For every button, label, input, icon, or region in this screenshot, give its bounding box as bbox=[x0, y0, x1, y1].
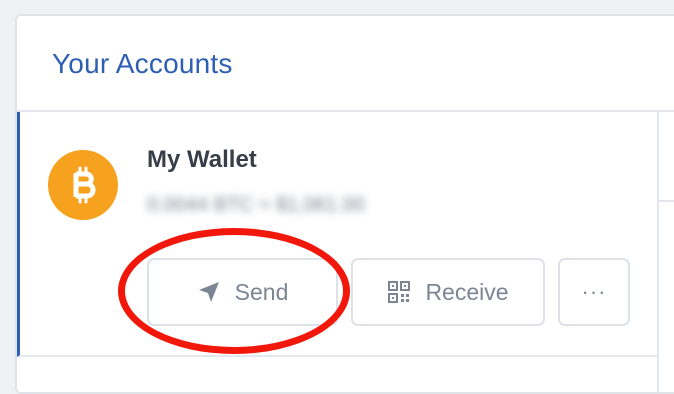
bitcoin-icon bbox=[48, 150, 118, 220]
divider bbox=[659, 200, 674, 202]
page-title: Your Accounts bbox=[52, 48, 233, 79]
receive-button-label: Receive bbox=[425, 278, 509, 305]
accounts-header: Your Accounts bbox=[17, 16, 674, 112]
qr-code-icon bbox=[387, 280, 411, 304]
send-arrow-icon bbox=[197, 280, 221, 304]
wallet-balance: 0.0044 BTC ≈ $1,061.00 bbox=[147, 194, 365, 216]
wallet-name[interactable]: My Wallet bbox=[147, 146, 257, 174]
account-card[interactable]: My Wallet 0.0044 BTC ≈ $1,061.00 Send Re… bbox=[17, 112, 657, 357]
receive-button[interactable]: Receive bbox=[351, 258, 545, 326]
send-button[interactable]: Send bbox=[147, 258, 338, 326]
more-options-label: ··· bbox=[581, 279, 607, 304]
send-button-label: Send bbox=[234, 278, 289, 305]
accounts-panel: Your Accounts My Wallet 0.0044 BTC ≈ $1,… bbox=[15, 14, 674, 394]
more-options-button[interactable]: ··· bbox=[558, 258, 630, 326]
adjacent-card-edge bbox=[657, 112, 674, 392]
